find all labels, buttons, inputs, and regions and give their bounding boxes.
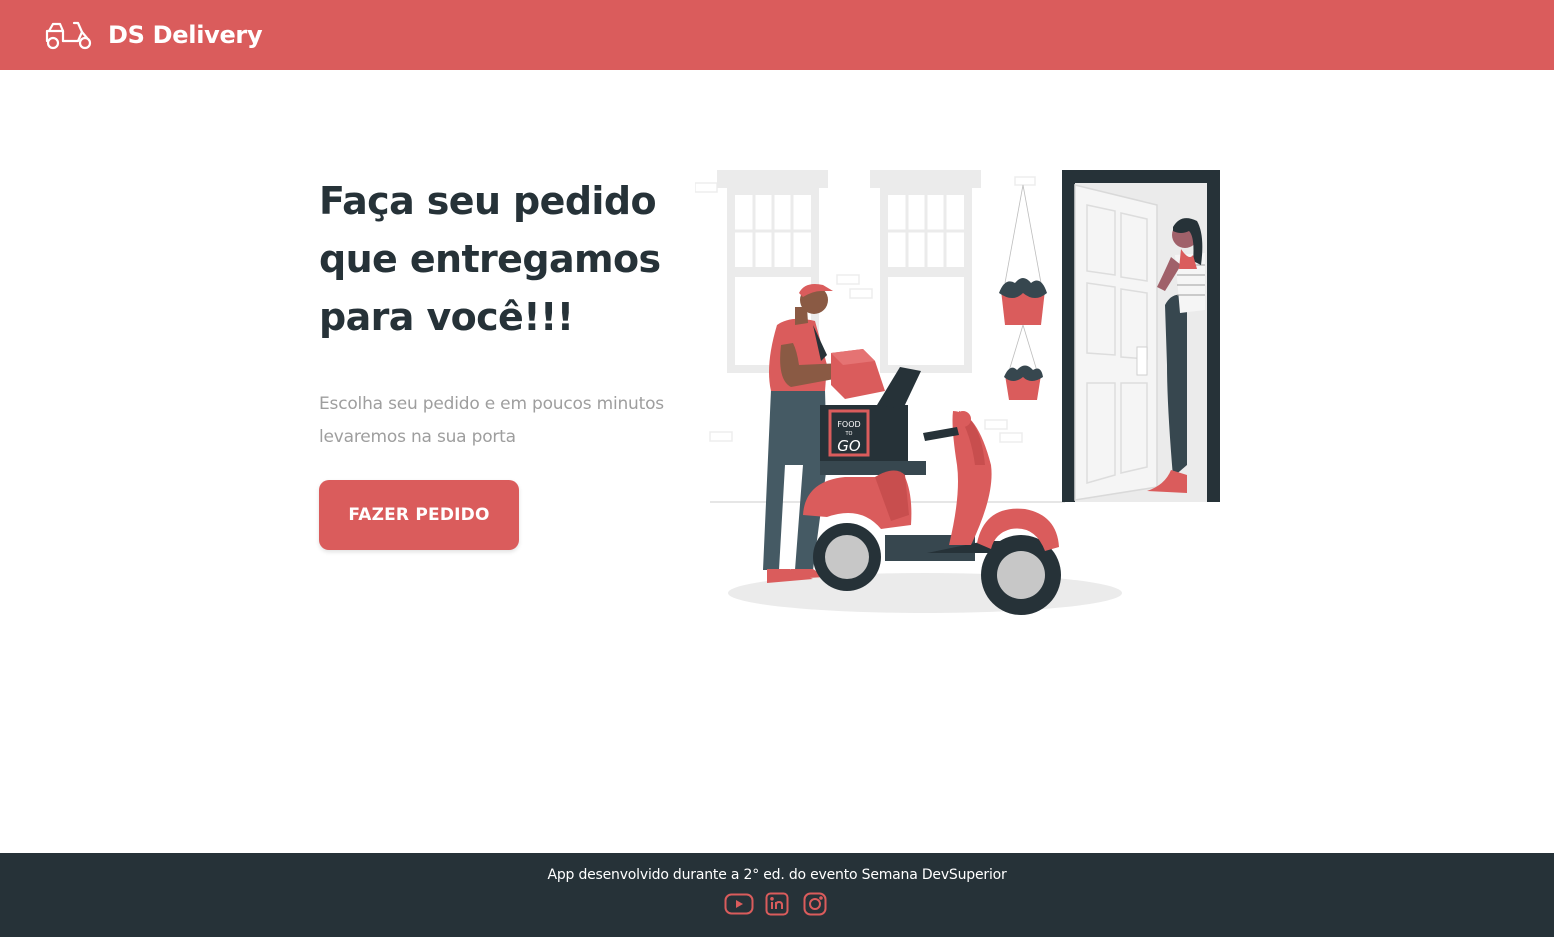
window-right — [870, 170, 981, 373]
youtube-link[interactable] — [724, 891, 754, 917]
home-text-container: Faça seu pedido que entregamos para você… — [319, 172, 699, 454]
food-badge-line1: FOOD — [837, 420, 860, 429]
subtitle-line-2: levaremos na sua porta — [319, 427, 516, 447]
hanging-plants — [999, 184, 1047, 400]
linkedin-icon — [765, 892, 789, 916]
scooter-icon — [45, 21, 92, 50]
navbar: DS Delivery — [0, 0, 1554, 70]
brand-name: DS Delivery — [108, 21, 263, 49]
delivery-illustration: FOOD TO GO — [695, 170, 1220, 615]
page-subtitle: Escolha seu pedido e em poucos minutos l… — [319, 388, 679, 454]
food-badge-line3: GO — [837, 437, 861, 455]
subtitle-line-1: Escolha seu pedido e em poucos minutos — [319, 394, 664, 414]
title-line-2: que entregamos — [319, 237, 661, 281]
social-links — [724, 891, 830, 917]
youtube-icon — [724, 893, 754, 915]
make-order-button[interactable]: FAZER PEDIDO — [319, 480, 519, 550]
instagram-icon — [803, 892, 827, 916]
instagram-link[interactable] — [800, 891, 830, 917]
brand-link[interactable]: DS Delivery — [44, 19, 263, 51]
footer-credits: App desenvolvido durante a 2° ed. do eve… — [547, 867, 1007, 883]
page-title: Faça seu pedido que entregamos para você… — [319, 172, 699, 346]
title-line-1: Faça seu pedido — [319, 179, 657, 223]
door — [1062, 170, 1220, 502]
footer: App desenvolvido durante a 2° ed. do eve… — [0, 853, 1554, 937]
title-line-3: para você!!! — [319, 295, 574, 339]
linkedin-link[interactable] — [762, 891, 792, 917]
